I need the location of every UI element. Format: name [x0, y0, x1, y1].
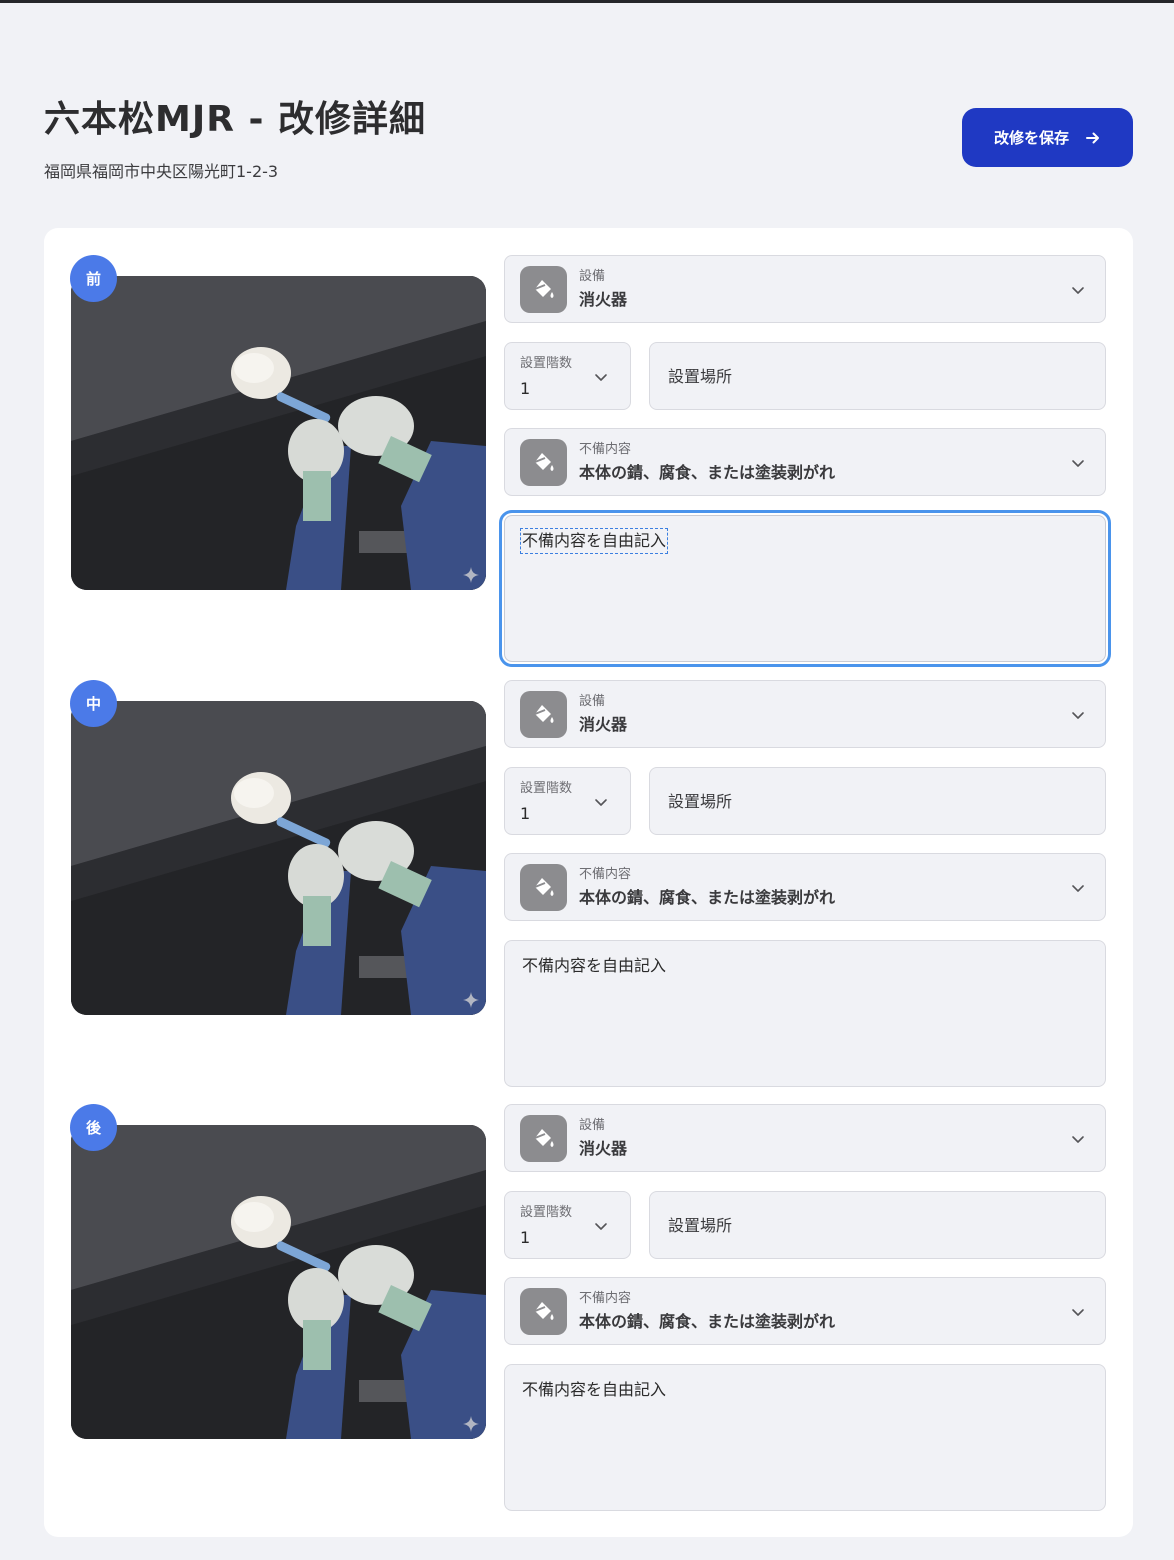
floor-value: 1: [520, 804, 531, 823]
notes-textarea[interactable]: 不備内容を自由記入: [504, 940, 1106, 1087]
arrow-right-icon: [1086, 132, 1099, 143]
equipment-select[interactable]: 設備 消火器: [504, 680, 1106, 748]
location-input[interactable]: 設置場所: [649, 342, 1106, 410]
defect-label: 不備内容: [579, 1291, 632, 1306]
property-address: 福岡県福岡市中央区陽光町1-2-3: [44, 162, 279, 181]
repair-card: 前 設備 消火器 設置階数 1 設置場所 不備内容 本体の錆、腐食、または塗装剥…: [44, 228, 1133, 1537]
floor-value: 1: [520, 379, 531, 398]
notes-textarea[interactable]: 不備内容を自由記入: [499, 510, 1111, 667]
repair-photo[interactable]: [71, 276, 486, 590]
paint-bucket-icon: [520, 1115, 567, 1162]
floor-label: 設置階数: [520, 356, 573, 371]
equipment-label: 設備: [579, 1118, 606, 1133]
phase-badge: 中: [70, 680, 117, 727]
phase-badge: 後: [70, 1104, 117, 1151]
equipment-value: 消火器: [579, 290, 628, 309]
floor-label: 設置階数: [520, 1205, 573, 1220]
defect-select[interactable]: 不備内容 本体の錆、腐食、または塗装剥がれ: [504, 428, 1106, 496]
floor-label: 設置階数: [520, 781, 573, 796]
paint-bucket-icon: [520, 439, 567, 486]
repair-section-before: 前 設備 消火器 設置階数 1 設置場所 不備内容 本体の錆、腐食、または塗装剥…: [44, 228, 1133, 667]
repair-section-after: 後 設備 消火器 設置階数 1 設置場所 不備内容 本体の錆、腐食、または塗装剥…: [44, 1077, 1133, 1511]
location-input[interactable]: 設置場所: [649, 1191, 1106, 1259]
location-placeholder: 設置場所: [668, 1216, 733, 1235]
equipment-select[interactable]: 設備 消火器: [504, 1104, 1106, 1172]
floor-select[interactable]: 設置階数 1: [504, 342, 631, 410]
page-title: 六本松MJR - 改修詳細: [44, 99, 426, 140]
equipment-label: 設備: [579, 269, 606, 284]
paint-bucket-icon: [520, 691, 567, 738]
defect-select[interactable]: 不備内容 本体の錆、腐食、または塗装剥がれ: [504, 1277, 1106, 1345]
chevron-down-icon: [1072, 1136, 1084, 1143]
floor-select[interactable]: 設置階数 1: [504, 1191, 631, 1259]
chevron-down-icon: [1072, 287, 1084, 294]
photo-image: [71, 701, 486, 1015]
defect-label: 不備内容: [579, 442, 632, 457]
defect-label: 不備内容: [579, 867, 632, 882]
chevron-down-icon: [595, 1223, 607, 1230]
location-placeholder: 設置場所: [668, 792, 733, 811]
paint-bucket-icon: [520, 266, 567, 313]
equipment-select[interactable]: 設備 消火器: [504, 255, 1106, 323]
save-button[interactable]: 改修を保存: [962, 108, 1133, 167]
equipment-value: 消火器: [579, 715, 628, 734]
chevron-down-icon: [1072, 1309, 1084, 1316]
chevron-down-icon: [1072, 712, 1084, 719]
sparkle-icon: [463, 1416, 479, 1432]
paint-bucket-icon: [520, 1288, 567, 1335]
location-placeholder: 設置場所: [668, 367, 733, 386]
defect-value: 本体の錆、腐食、または塗装剥がれ: [579, 1312, 836, 1331]
defect-select[interactable]: 不備内容 本体の錆、腐食、または塗装剥がれ: [504, 853, 1106, 921]
chevron-down-icon: [595, 799, 607, 806]
notes-textarea[interactable]: 不備内容を自由記入: [504, 1364, 1106, 1511]
photo-image: [71, 276, 486, 590]
floor-select[interactable]: 設置階数 1: [504, 767, 631, 835]
repair-section-during: 中 設備 消火器 設置階数 1 設置場所 不備内容 本体の錆、腐食、または塗装剥…: [44, 653, 1133, 1087]
notes-text: 不備内容を自由記入: [519, 528, 669, 554]
defect-value: 本体の錆、腐食、または塗装剥がれ: [579, 463, 836, 482]
chevron-down-icon: [1072, 460, 1084, 467]
defect-value: 本体の錆、腐食、または塗装剥がれ: [579, 888, 836, 907]
photo-image: [71, 1125, 486, 1439]
chevron-down-icon: [1072, 885, 1084, 892]
location-input[interactable]: 設置場所: [649, 767, 1106, 835]
notes-text: 不備内容を自由記入: [522, 1380, 667, 1399]
repair-photo[interactable]: [71, 1125, 486, 1439]
equipment-label: 設備: [579, 694, 606, 709]
sparkle-icon: [463, 567, 479, 583]
repair-photo[interactable]: [71, 701, 486, 1015]
top-border: [0, 0, 1174, 3]
notes-text: 不備内容を自由記入: [522, 956, 667, 975]
phase-badge: 前: [70, 255, 117, 302]
floor-value: 1: [520, 1228, 531, 1247]
chevron-down-icon: [595, 374, 607, 381]
save-button-label: 改修を保存: [993, 129, 1069, 147]
equipment-value: 消火器: [579, 1139, 628, 1158]
paint-bucket-icon: [520, 864, 567, 911]
sparkle-icon: [463, 992, 479, 1008]
